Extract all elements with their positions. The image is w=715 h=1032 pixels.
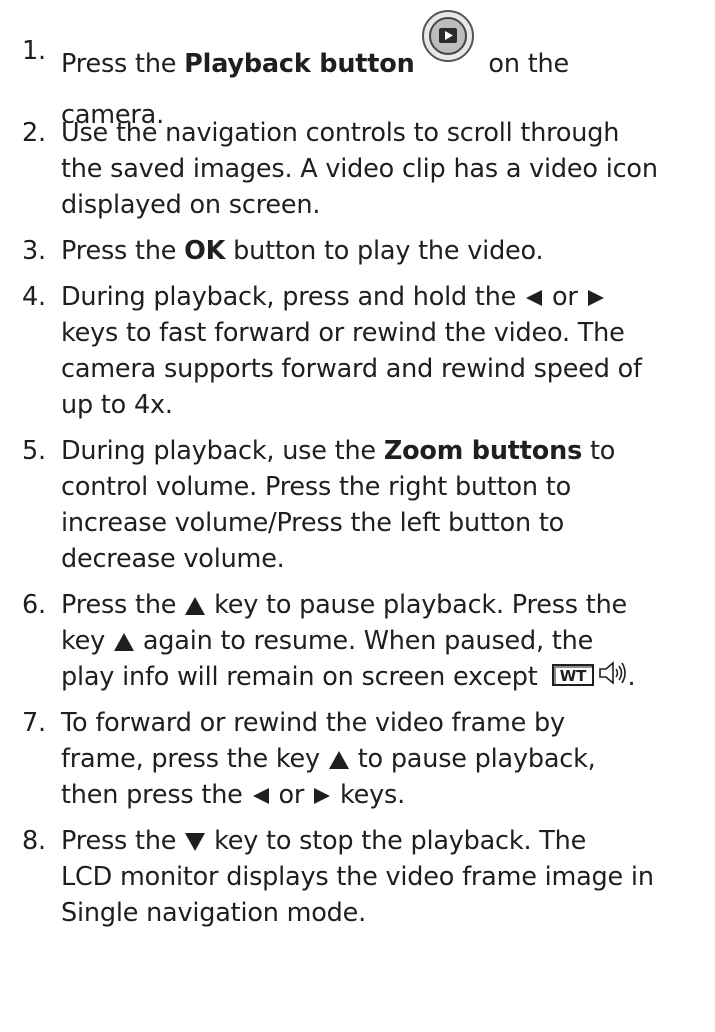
text: or <box>270 780 313 810</box>
down-arrow-icon <box>184 832 206 852</box>
step-number: 3. <box>22 236 46 266</box>
text: or <box>544 282 586 312</box>
text: increase volume/Press the left button to <box>61 508 565 538</box>
step-number: 5. <box>22 436 46 466</box>
step-number: 7. <box>22 708 46 738</box>
text: camera supports forward and rewind speed… <box>61 354 642 384</box>
step-text: During playback, press and hold the or k… <box>61 279 713 423</box>
text: on the <box>480 49 569 79</box>
speaker-icon <box>598 660 628 696</box>
left-arrow-icon <box>251 786 271 806</box>
text: LCD monitor displays the video frame ima… <box>61 862 654 892</box>
text: To forward or rewind the video frame by <box>61 708 565 738</box>
step-number: 1. <box>22 36 46 66</box>
step-number: 4. <box>22 282 46 312</box>
text: then press the <box>61 780 251 810</box>
wt-zoom-icon: WT <box>551 660 594 696</box>
text: keys. <box>332 780 405 810</box>
text: again to resume. When paused, the <box>134 626 594 656</box>
instructions-page: 1. Press the Playback button on the came… <box>0 0 715 1032</box>
up-arrow-icon <box>328 750 350 770</box>
text: Use the navigation controls to scroll th… <box>61 118 620 148</box>
text: Press the <box>61 49 185 79</box>
bold-term: OK <box>184 236 226 266</box>
up-arrow-icon <box>113 632 135 652</box>
text: Press the <box>61 826 185 856</box>
up-arrow-icon <box>184 596 206 616</box>
step-text: Press the key to stop the playback. The … <box>61 823 713 931</box>
text: Press the <box>61 590 185 620</box>
step-text: To forward or rewind the video frame by … <box>61 705 713 813</box>
text: to pause playback, <box>349 744 596 774</box>
text: displayed on screen. <box>61 190 321 220</box>
text: frame, press the key <box>61 744 328 774</box>
text: During playback, press and hold the <box>61 282 525 312</box>
wt-label: WT <box>559 667 586 685</box>
text: Press the <box>61 236 185 266</box>
text: up to 4x. <box>61 390 173 420</box>
text: During playback, use the <box>61 436 384 466</box>
text: button to play the video. <box>225 236 544 266</box>
step-number: 8. <box>22 826 46 856</box>
step-number: 6. <box>22 590 46 620</box>
text: play info will remain on screen except <box>61 662 546 692</box>
bold-term: Playback button <box>184 49 415 79</box>
step-text: Press the key to pause playback. Press t… <box>61 587 713 696</box>
text: key to stop the playback. The <box>206 826 587 856</box>
playback-button-icon <box>421 9 475 73</box>
text: Single navigation mode. <box>61 898 367 928</box>
text: decrease volume. <box>61 544 285 574</box>
bold-term: Zoom buttons <box>383 436 583 466</box>
text: control volume. Press the right button t… <box>61 472 571 502</box>
text: key <box>61 626 113 656</box>
text: the saved images. A video clip has a vid… <box>61 154 658 184</box>
text: to <box>582 436 616 466</box>
text: key to pause playback. Press the <box>206 590 628 620</box>
step-text: Use the navigation controls to scroll th… <box>61 115 713 223</box>
right-arrow-icon <box>312 786 332 806</box>
right-arrow-icon <box>586 288 606 308</box>
step-number: 2. <box>22 118 46 148</box>
text: keys to fast forward or rewind the video… <box>61 318 625 348</box>
left-arrow-icon <box>524 288 544 308</box>
step-text: Press the OK button to play the video. <box>61 233 713 269</box>
step-text: During playback, use the Zoom buttons to… <box>61 433 713 577</box>
text: . <box>627 662 636 692</box>
